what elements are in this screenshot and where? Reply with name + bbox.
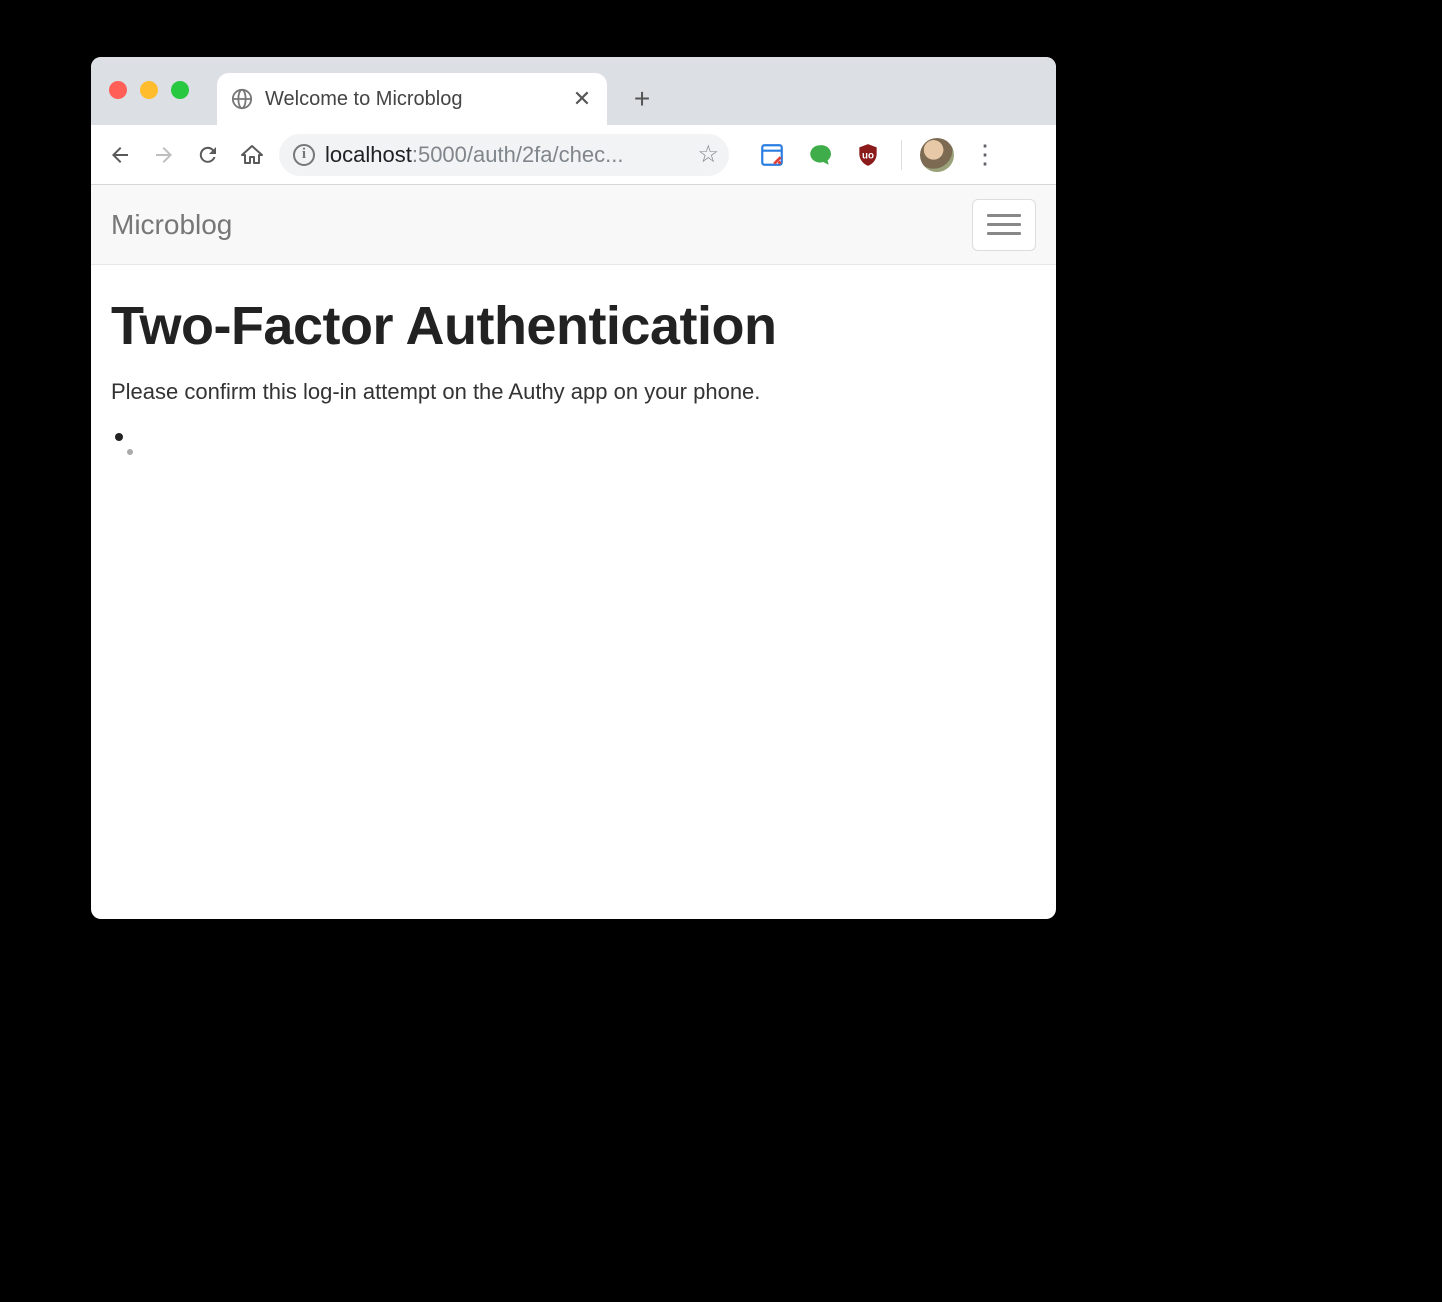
chat-extension-icon[interactable] bbox=[805, 140, 835, 170]
window-fullscreen-button[interactable] bbox=[171, 81, 189, 99]
site-info-icon[interactable]: i bbox=[293, 144, 315, 166]
tab-title: Welcome to Microblog bbox=[265, 88, 559, 111]
window-minimize-button[interactable] bbox=[140, 81, 158, 99]
browser-tab[interactable]: Welcome to Microblog ✕ bbox=[217, 73, 607, 125]
tab-close-button[interactable]: ✕ bbox=[571, 86, 593, 112]
window-controls bbox=[109, 81, 189, 99]
address-bar[interactable]: i localhost:5000/auth/2fa/chec... ☆ bbox=[279, 134, 729, 176]
url-host: localhost bbox=[325, 142, 412, 167]
bookmark-star-icon[interactable]: ☆ bbox=[697, 140, 719, 169]
svg-text:uo: uo bbox=[862, 150, 874, 161]
window-close-button[interactable] bbox=[109, 81, 127, 99]
url-path: :5000/auth/2fa/chec... bbox=[412, 142, 624, 167]
instruction-text: Please confirm this log-in attempt on th… bbox=[111, 379, 1036, 405]
home-button[interactable] bbox=[235, 138, 269, 172]
loading-spinner-icon bbox=[111, 433, 133, 455]
profile-avatar[interactable] bbox=[920, 138, 954, 172]
browser-window: Welcome to Microblog ✕ + i localhost:500… bbox=[91, 57, 1056, 919]
page-heading: Two-Factor Authentication bbox=[111, 295, 1036, 357]
ublock-extension-icon[interactable]: uo bbox=[853, 140, 883, 170]
reload-button[interactable] bbox=[191, 138, 225, 172]
nav-forward-button[interactable] bbox=[147, 138, 181, 172]
app-navbar: Microblog bbox=[91, 185, 1056, 265]
url-display: localhost:5000/auth/2fa/chec... bbox=[325, 142, 683, 168]
navbar-brand[interactable]: Microblog bbox=[111, 209, 232, 241]
hamburger-bar-icon bbox=[987, 214, 1021, 217]
globe-icon bbox=[231, 88, 253, 110]
devtools-extension-icon[interactable] bbox=[757, 140, 787, 170]
browser-menu-button[interactable]: ⋮ bbox=[972, 139, 998, 170]
browser-toolbar: i localhost:5000/auth/2fa/chec... ☆ uo ⋮ bbox=[91, 125, 1056, 185]
hamburger-bar-icon bbox=[987, 223, 1021, 226]
new-tab-button[interactable]: + bbox=[627, 84, 657, 114]
nav-back-button[interactable] bbox=[103, 138, 137, 172]
hamburger-bar-icon bbox=[987, 232, 1021, 235]
page-content: Two-Factor Authentication Please confirm… bbox=[91, 265, 1056, 485]
tab-strip: Welcome to Microblog ✕ + bbox=[91, 57, 1056, 125]
navbar-toggle-button[interactable] bbox=[972, 199, 1036, 251]
extensions-row: uo ⋮ bbox=[757, 138, 998, 172]
toolbar-separator bbox=[901, 140, 902, 170]
